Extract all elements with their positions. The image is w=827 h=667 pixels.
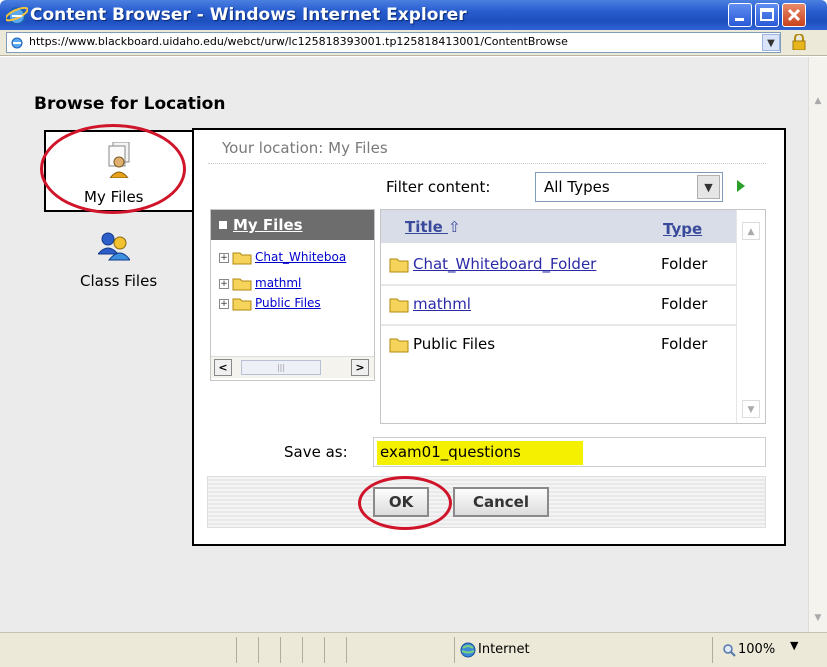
maximize-icon: [760, 8, 774, 21]
status-divider: [236, 637, 237, 663]
page-title: Browse for Location: [34, 94, 226, 114]
save-as-input[interactable]: exam01_questions: [373, 437, 766, 467]
zoom-level[interactable]: 100%: [738, 642, 775, 657]
status-divider: [258, 637, 259, 663]
internet-zone-icon: [460, 642, 476, 658]
status-divider: [324, 637, 325, 663]
file-name[interactable]: Public Files: [413, 335, 495, 353]
url-text: https://www.blackboard.uidaho.edu/webct/…: [29, 35, 568, 48]
folder-icon: [389, 338, 409, 353]
cancel-button[interactable]: Cancel: [453, 487, 549, 517]
column-header-title-label: Title: [405, 218, 443, 236]
folder-icon: [232, 278, 252, 291]
status-divider: [712, 637, 713, 663]
table-row[interactable]: mathml Folder: [381, 286, 736, 326]
file-type: Folder: [661, 295, 708, 313]
close-icon: [787, 8, 801, 22]
url-dropdown-button[interactable]: ▼: [762, 34, 780, 51]
filter-selected-value: All Types: [544, 178, 610, 196]
filter-content-select[interactable]: All Types ▼: [535, 172, 723, 202]
page-vertical-scrollbar[interactable]: ▲ ▼: [808, 57, 827, 632]
scroll-left-arrow-icon[interactable]: <: [214, 359, 232, 376]
page-icon: [11, 37, 23, 49]
zoom-dropdown-icon[interactable]: ▼: [790, 639, 798, 652]
tree-item-label[interactable]: Public Files: [255, 296, 321, 310]
close-button[interactable]: [782, 3, 806, 27]
save-as-value: exam01_questions: [380, 443, 521, 461]
folder-tree-header[interactable]: My Files: [211, 210, 374, 240]
file-type: Folder: [661, 335, 708, 353]
chevron-down-icon[interactable]: ▼: [697, 175, 720, 199]
status-divider: [346, 637, 347, 663]
file-name-link[interactable]: Chat_Whiteboard_Folder: [413, 255, 596, 273]
scroll-thumb[interactable]: |||: [241, 360, 321, 375]
expand-icon[interactable]: +: [219, 253, 229, 263]
status-bar: Internet 100% ▼: [0, 632, 827, 667]
file-list-scrollbar[interactable]: ▲ ▼: [736, 210, 765, 423]
window-title: Content Browser - Windows Internet Explo…: [30, 5, 467, 25]
internet-explorer-icon: [6, 6, 28, 25]
minimize-button[interactable]: [728, 3, 752, 27]
status-divider: [302, 637, 303, 663]
lock-icon[interactable]: [792, 34, 806, 50]
folder-icon: [232, 298, 252, 311]
url-field[interactable]: https://www.blackboard.uidaho.edu/webct/…: [6, 32, 781, 53]
zoom-icon: [723, 644, 736, 657]
tree-item-label[interactable]: Chat_Whiteboa: [255, 250, 346, 264]
save-as-label: Save as:: [284, 443, 348, 461]
scroll-down-arrow-icon[interactable]: ▼: [742, 400, 760, 418]
maximize-button[interactable]: [755, 3, 779, 27]
folder-tree: My Files + Chat_Whiteboa + mathml + Publ…: [210, 209, 375, 381]
status-divider: [280, 637, 281, 663]
table-row[interactable]: Chat_Whiteboard_Folder Folder: [381, 246, 736, 286]
file-type: Folder: [661, 255, 708, 273]
status-divider: [454, 637, 455, 663]
scroll-up-arrow-icon[interactable]: ▲: [742, 222, 760, 240]
expand-icon[interactable]: +: [219, 279, 229, 289]
tree-item-label[interactable]: mathml: [255, 276, 301, 290]
column-header-title[interactable]: Title ⇧: [405, 218, 461, 236]
tab-class-files-label: Class Files: [80, 272, 158, 290]
class-files-icon: [98, 232, 130, 261]
current-location: Your location: My Files: [222, 139, 388, 157]
folder-icon: [389, 298, 409, 313]
filter-label: Filter content:: [386, 178, 491, 196]
scroll-right-arrow-icon[interactable]: >: [351, 359, 369, 376]
column-header-type[interactable]: Type: [663, 220, 702, 238]
annotation-circle: [358, 476, 452, 530]
go-arrow-icon[interactable]: [734, 178, 748, 194]
location-divider: [208, 163, 766, 164]
file-name-link[interactable]: mathml: [413, 295, 471, 313]
scroll-down-arrow-icon[interactable]: ▼: [810, 610, 826, 626]
address-bar: https://www.blackboard.uidaho.edu/webct/…: [0, 30, 827, 56]
file-list: Title ⇧ Type Chat_Whiteboard_Folder Fold…: [380, 209, 766, 424]
security-zone: Internet: [478, 642, 530, 657]
tree-horizontal-scrollbar[interactable]: < ||| >: [211, 356, 374, 378]
minimize-icon: [735, 18, 744, 21]
expand-icon[interactable]: +: [219, 299, 229, 309]
file-list-header: Title ⇧ Type: [381, 210, 736, 244]
table-row[interactable]: Public Files Folder: [381, 326, 736, 366]
sort-arrow-icon: ⇧: [448, 218, 461, 236]
square-icon: [219, 221, 227, 229]
scroll-up-arrow-icon[interactable]: ▲: [810, 93, 826, 109]
annotation-circle: [40, 124, 186, 214]
folder-icon: [232, 252, 252, 265]
folder-icon: [389, 258, 409, 273]
tree-root-label[interactable]: My Files: [233, 216, 303, 234]
window-title-bar[interactable]: Content Browser - Windows Internet Explo…: [0, 0, 827, 30]
